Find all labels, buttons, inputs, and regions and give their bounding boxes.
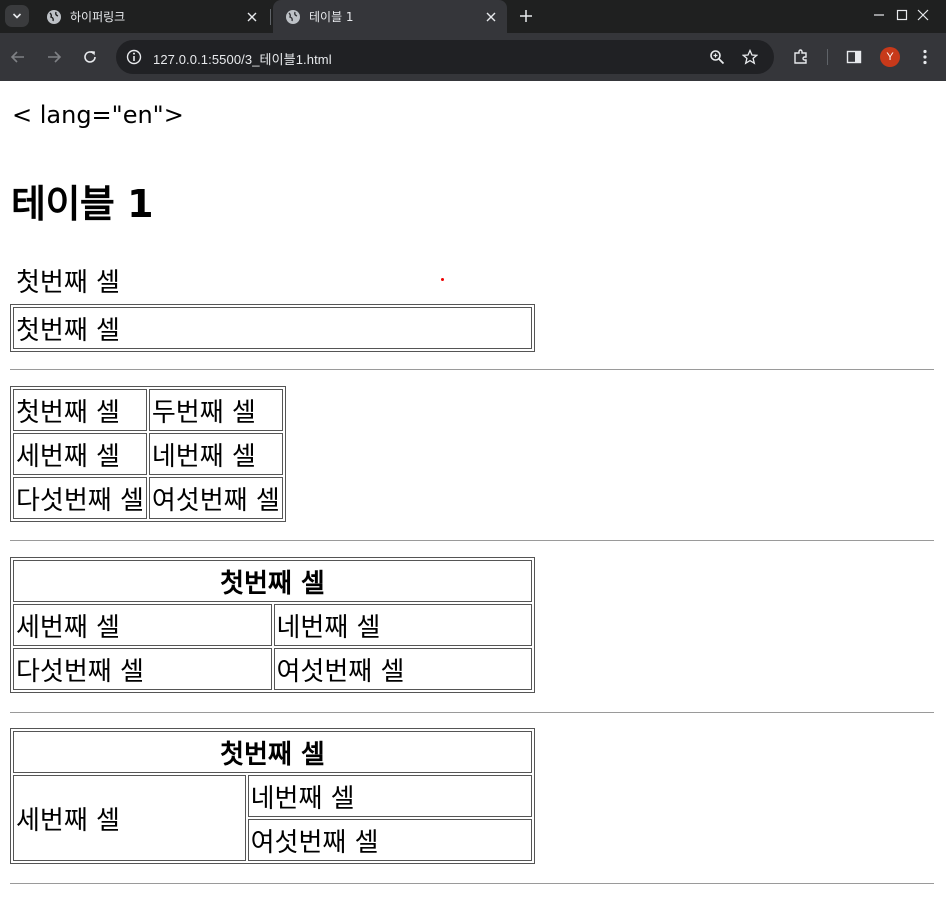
table-cell: 네번째 셀: [273, 604, 532, 646]
reload-button[interactable]: [76, 43, 104, 71]
table-cell: 여섯번째 셀: [273, 648, 532, 690]
table-2: 첫번째 셀 두번째 셀 세번째 셀 네번째 셀 다섯번째 셀 여섯번째 셀: [10, 386, 286, 522]
table-cell-rowspan: 세번째 셀: [13, 775, 246, 861]
table-header-cell: 첫번째 셀: [13, 560, 532, 602]
zoom-icon: [710, 50, 725, 65]
divider: [10, 540, 934, 541]
table-row: 다섯번째 셀 여섯번째 셀: [13, 477, 283, 519]
tab-title: 하이퍼링크: [70, 10, 126, 24]
table-row: 첫번째 셀 두번째 셀: [13, 389, 283, 431]
table-cell: 여섯번째 셀: [247, 819, 532, 861]
table-header-cell: 첫번째 셀: [13, 731, 532, 773]
table-cell: 세번째 셀: [13, 433, 147, 475]
table-1: 첫번째 셀: [10, 304, 535, 352]
cursor-dot: [441, 278, 444, 281]
globe-icon: [47, 9, 61, 24]
tab-table1[interactable]: 테이블 1: [273, 0, 507, 33]
close-window-button[interactable]: [900, 0, 946, 30]
table-cell: 첫번째 셀: [13, 389, 147, 431]
tab-title: 테이블 1: [309, 10, 354, 24]
url-text[interactable]: 127.0.0.1:5500/3_테이블1.html: [153, 49, 332, 68]
info-icon: [126, 49, 142, 65]
divider: [10, 369, 934, 370]
page-heading: 테이블 1: [11, 182, 154, 226]
back-button[interactable]: [4, 43, 32, 71]
table-row: 첫번째 셀: [13, 731, 532, 773]
table-cell: 여섯번째 셀: [148, 477, 283, 519]
bookmark-button[interactable]: [740, 47, 760, 67]
toolbar-divider: [827, 49, 828, 65]
page-content: < lang="en"> 테이블 1 첫번째 셀 첫번째 셀 첫번째 셀 두번째…: [0, 81, 946, 923]
table-cell: 첫번째 셀: [13, 307, 532, 349]
star-icon: [742, 49, 758, 65]
tab-close-button[interactable]: [481, 7, 501, 27]
tab-close-button[interactable]: [242, 7, 262, 27]
lang-text: < lang="en">: [12, 101, 184, 129]
side-panel-button[interactable]: [843, 46, 865, 68]
close-icon: [486, 12, 496, 21]
profile-avatar[interactable]: Y: [880, 47, 900, 67]
more-vert-icon: [923, 49, 927, 65]
table-caption: 첫번째 셀: [16, 268, 120, 298]
arrow-right-icon: [48, 51, 62, 63]
close-icon: [247, 12, 257, 21]
tab-hyperlink[interactable]: 하이퍼링크: [34, 0, 268, 33]
close-icon: [917, 9, 929, 21]
chevron-down-icon: [12, 13, 22, 19]
arrow-left-icon: [10, 51, 24, 63]
table-4: 첫번째 셀 세번째 셀 네번째 셀 여섯번째 셀: [10, 728, 535, 864]
extensions-button[interactable]: [790, 46, 812, 68]
table-cell: 두번째 셀: [148, 389, 283, 431]
forward-button[interactable]: [40, 43, 68, 71]
tab-divider: [270, 9, 271, 25]
new-tab-button[interactable]: [512, 4, 540, 28]
table-row: 세번째 셀 네번째 셀: [13, 433, 283, 475]
table-3: 첫번째 셀 세번째 셀 네번째 셀 다섯번째 셀 여섯번째 셀: [10, 557, 535, 693]
table-cell: 세번째 셀: [13, 604, 272, 646]
tab-search-button[interactable]: [5, 5, 29, 27]
globe-icon: [286, 9, 300, 24]
table-row: 다섯번째 셀 여섯번째 셀: [13, 648, 532, 690]
site-info-button[interactable]: [124, 47, 144, 67]
table-row: 첫번째 셀: [13, 307, 532, 349]
table-row: 세번째 셀 네번째 셀: [13, 775, 532, 861]
divider: [10, 883, 934, 884]
table-row: 첫번째 셀: [13, 560, 532, 602]
table-cell: 네번째 셀: [148, 433, 283, 475]
tab-strip: 하이퍼링크 테이블 1: [0, 0, 946, 33]
menu-button[interactable]: [914, 46, 936, 68]
zoom-button[interactable]: [707, 47, 727, 67]
table-cell: 네번째 셀: [247, 775, 532, 817]
table-cell: 다섯번째 셀: [13, 477, 147, 519]
puzzle-icon: [794, 49, 807, 64]
side-panel-icon: [846, 50, 862, 64]
reload-icon: [84, 51, 96, 63]
browser-toolbar: 127.0.0.1:5500/3_테이블1.html Y: [0, 33, 946, 81]
table-row: 세번째 셀 네번째 셀: [13, 604, 532, 646]
divider: [10, 712, 934, 713]
table-cell: 다섯번째 셀: [13, 648, 272, 690]
plus-icon: [520, 10, 532, 22]
address-bar[interactable]: 127.0.0.1:5500/3_테이블1.html: [116, 40, 774, 74]
